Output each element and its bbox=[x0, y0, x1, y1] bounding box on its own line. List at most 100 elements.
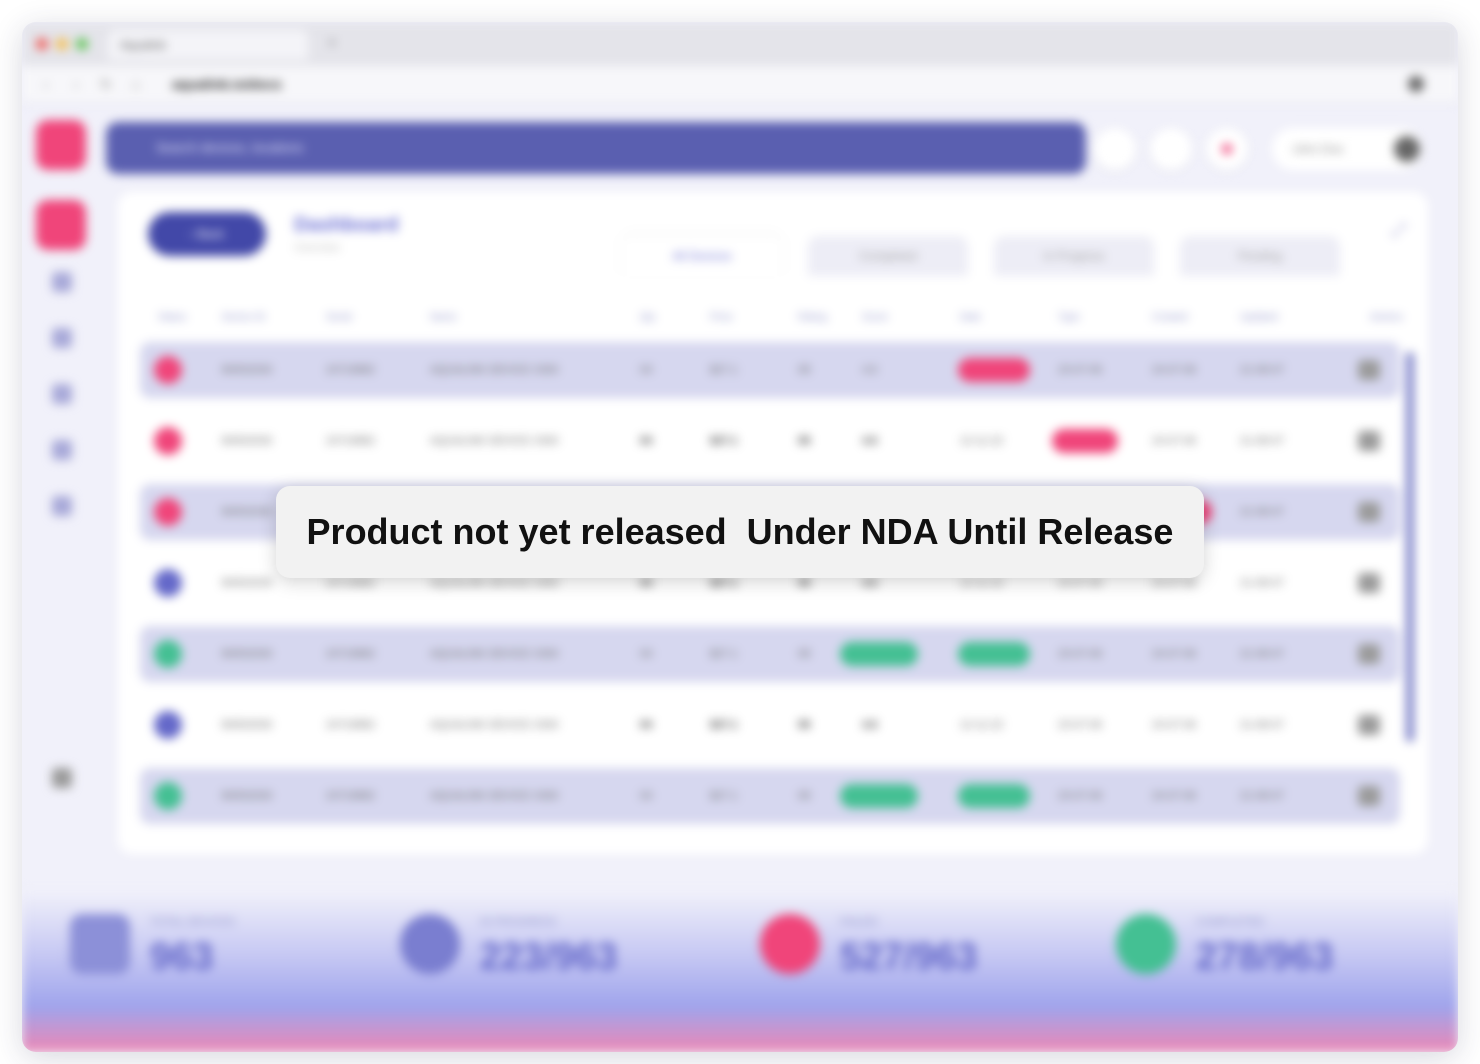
nav-devices-icon[interactable] bbox=[52, 272, 72, 292]
status-pill bbox=[840, 642, 918, 666]
table-row[interactable]: B4502030 24719882 AQUALINK DEVICE X300 04 $2… bbox=[140, 342, 1400, 398]
tab-in-progress[interactable]: In Progress bbox=[994, 236, 1154, 276]
cell-serial: 24719882 bbox=[326, 648, 375, 660]
cell-price: $27.1 bbox=[710, 364, 738, 376]
cell-id: B4502030 bbox=[222, 790, 273, 802]
table-row[interactable]: B4502030 24719882 AQUALINK DEVICE X300 04 $2… bbox=[140, 697, 1400, 753]
row-menu-icon[interactable] bbox=[1358, 644, 1380, 664]
table-row[interactable]: B4502030 24719882 AQUALINK DEVICE X300 04 $2… bbox=[140, 626, 1400, 682]
cell-id: B4502030 bbox=[222, 719, 273, 731]
row-menu-icon[interactable] bbox=[1358, 502, 1380, 522]
tab-all-devices[interactable]: All Devices bbox=[622, 236, 782, 276]
cell-rating: 08 bbox=[798, 790, 811, 802]
search-bar[interactable]: Search devices, locations bbox=[106, 122, 1086, 174]
table-row[interactable]: B4502030 24719882 AQUALINK DEVICE X300 04 $2… bbox=[140, 768, 1400, 824]
cell-name: AQUALINK DEVICE X300 bbox=[430, 648, 559, 660]
error-icon bbox=[760, 914, 820, 974]
back-button[interactable]: ‹ Back bbox=[148, 212, 266, 256]
messages-button[interactable] bbox=[1150, 128, 1192, 170]
nav-users-icon[interactable] bbox=[52, 440, 72, 460]
cell-type: 23-07-06 bbox=[1058, 364, 1103, 376]
maximize-window-dot[interactable] bbox=[76, 38, 88, 50]
stat-value: 223/963 bbox=[480, 936, 618, 978]
cell-qty: 04 bbox=[640, 719, 653, 731]
logout-icon[interactable] bbox=[52, 768, 72, 788]
page-subtitle: Overview bbox=[294, 242, 340, 254]
nav-settings-icon[interactable] bbox=[52, 496, 72, 516]
cell-price: $27.1 bbox=[710, 790, 738, 802]
stat-label: FAILED bbox=[840, 916, 878, 928]
row-menu-icon[interactable] bbox=[1358, 573, 1380, 593]
stat-value: 278/963 bbox=[1196, 936, 1334, 978]
minimize-window-dot[interactable] bbox=[56, 38, 68, 50]
cell-qty: 04 bbox=[640, 435, 653, 447]
check-icon bbox=[1116, 914, 1176, 974]
status-pill bbox=[958, 784, 1030, 808]
column-header[interactable]: Device ID bbox=[222, 312, 265, 332]
nav-reports-icon[interactable] bbox=[52, 328, 72, 348]
back-icon[interactable]: ‹ bbox=[36, 74, 56, 94]
column-header[interactable]: Score bbox=[862, 312, 888, 332]
stat-label: IN PROGRESS bbox=[480, 916, 557, 928]
notifications-button[interactable] bbox=[1094, 128, 1136, 170]
cell-id: B4502030 bbox=[222, 364, 273, 376]
column-header[interactable]: Updated bbox=[1240, 312, 1278, 332]
row-menu-icon[interactable] bbox=[1358, 715, 1380, 735]
table-row[interactable]: B4502030 24719882 AQUALINK DEVICE X300 04 $2… bbox=[140, 413, 1400, 469]
expand-icon[interactable]: ⤢ bbox=[1392, 220, 1406, 241]
cell-id: B4502030 bbox=[222, 435, 273, 447]
alerts-button[interactable] bbox=[1206, 128, 1248, 170]
column-header[interactable]: Name bbox=[430, 312, 457, 332]
column-header[interactable]: Created bbox=[1152, 312, 1188, 332]
database-icon bbox=[70, 914, 130, 974]
table-scrollbar[interactable] bbox=[1406, 352, 1414, 742]
column-header[interactable]: Actions bbox=[1370, 312, 1403, 332]
cell-price: $27.1 bbox=[710, 435, 738, 447]
cell-updated: 21-08-07 bbox=[1240, 790, 1285, 802]
row-menu-icon[interactable] bbox=[1358, 431, 1380, 451]
cell-rating: 08 bbox=[798, 435, 811, 447]
status-pill bbox=[1052, 429, 1118, 453]
reload-icon[interactable]: ↻ bbox=[96, 74, 116, 94]
cell-qty: 04 bbox=[640, 648, 653, 660]
cell-type: 23-07-06 bbox=[1058, 790, 1103, 802]
tab-completed[interactable]: Completed bbox=[808, 236, 968, 276]
home-icon[interactable]: ⌂ bbox=[126, 74, 146, 94]
column-header[interactable]: Date bbox=[960, 312, 981, 332]
cell-rating: 08 bbox=[798, 719, 811, 731]
column-header[interactable]: Price bbox=[710, 312, 733, 332]
row-menu-icon[interactable] bbox=[1358, 360, 1380, 380]
cell-id: B4502030 bbox=[222, 506, 273, 518]
status-icon bbox=[154, 782, 182, 810]
column-header[interactable]: Rating bbox=[798, 312, 827, 332]
cell-updated: 21-08-07 bbox=[1240, 577, 1285, 589]
column-header[interactable]: Type bbox=[1058, 312, 1080, 332]
alert-dot-icon bbox=[1222, 144, 1232, 154]
cell-score: 4.6 bbox=[862, 719, 878, 731]
nav-dashboard-icon[interactable] bbox=[36, 200, 86, 250]
extension-icon[interactable] bbox=[1408, 76, 1424, 92]
app-logo[interactable] bbox=[36, 120, 86, 170]
cell-updated: 21-08-07 bbox=[1240, 435, 1285, 447]
stat-value: 963 bbox=[150, 936, 214, 978]
close-window-dot[interactable] bbox=[36, 38, 48, 50]
column-header[interactable]: Qty bbox=[640, 312, 656, 332]
cell-qty: 04 bbox=[640, 790, 653, 802]
column-header[interactable]: Status bbox=[158, 312, 186, 332]
row-menu-icon[interactable] bbox=[1358, 786, 1380, 806]
nav-analytics-icon[interactable] bbox=[52, 384, 72, 404]
forward-icon[interactable]: › bbox=[66, 74, 86, 94]
url-field[interactable]: aqualink.io/docs bbox=[172, 74, 282, 94]
avatar[interactable] bbox=[1394, 136, 1420, 162]
cell-rating: 08 bbox=[798, 364, 811, 376]
stat-label: COMPLETED bbox=[1196, 916, 1265, 928]
browser-tab[interactable]: Aqualink bbox=[108, 30, 308, 60]
column-header[interactable]: Serial bbox=[326, 312, 352, 332]
tab-pending[interactable]: Pending bbox=[1180, 236, 1340, 276]
cell-date: 12-11-22 bbox=[960, 719, 1004, 731]
cell-created: 24-07-06 bbox=[1152, 719, 1197, 731]
left-rail bbox=[22, 102, 106, 902]
new-tab-icon[interactable]: + bbox=[322, 34, 342, 54]
stats-footer: TOTAL DEVICES 963 IN PROGRESS 223/963 FA… bbox=[22, 890, 1458, 1052]
status-icon bbox=[154, 711, 182, 739]
